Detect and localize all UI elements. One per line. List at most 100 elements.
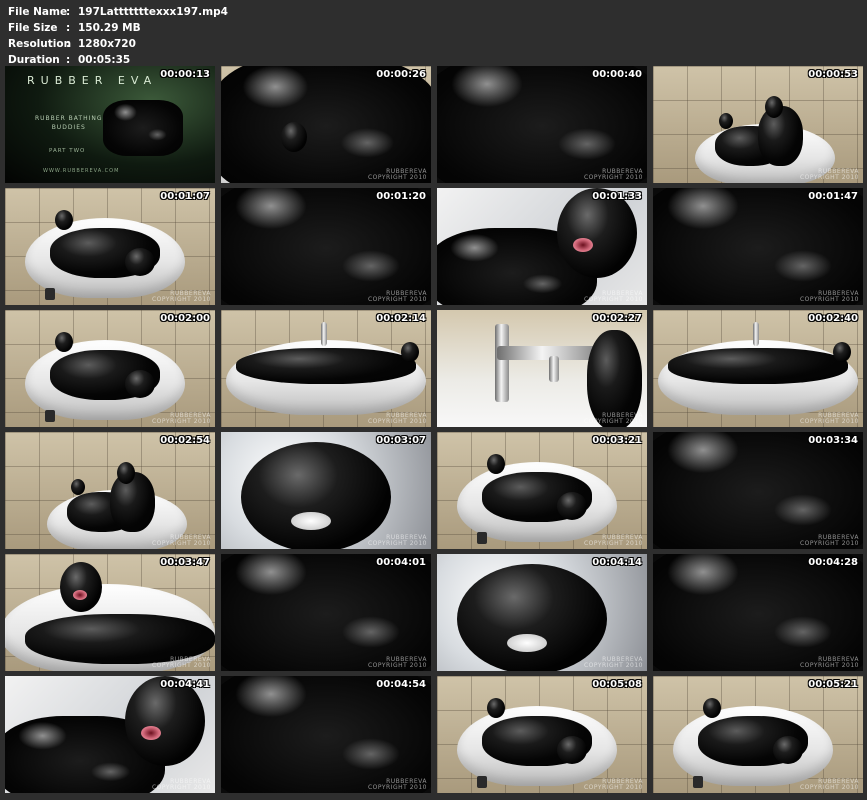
- thumbnail[interactable]: 00:04:14 RUBBEREVA COPYRIGHT 2010: [437, 554, 647, 671]
- tub-foot: [45, 288, 55, 300]
- bathroom-scene: [653, 676, 863, 793]
- bathroom-scene: [437, 432, 647, 549]
- mask-mouth: [507, 634, 547, 652]
- mask-closeup: [221, 432, 431, 549]
- thumbnail[interactable]: 00:04:01 RUBBEREVA COPYRIGHT 2010: [221, 554, 431, 671]
- tub-foot: [477, 776, 487, 788]
- separator: :: [66, 38, 71, 50]
- thumbnail[interactable]: RUBBER EVA RUBBER BATHING BUDDIES PART T…: [5, 66, 215, 183]
- masked-head: [557, 492, 587, 520]
- masked-head: [703, 698, 721, 718]
- thumbnail[interactable]: 00:02:00 RUBBEREVA COPYRIGHT 2010: [5, 310, 215, 427]
- watermark: RUBBEREVA COPYRIGHT 2010: [584, 169, 643, 181]
- watermark: RUBBEREVA COPYRIGHT 2010: [800, 657, 859, 669]
- watermark: RUBBEREVA COPYRIGHT 2010: [800, 169, 859, 181]
- thumbnail[interactable]: 00:01:07 RUBBEREVA COPYRIGHT 2010: [5, 188, 215, 305]
- latex-surface: [437, 66, 647, 183]
- latex-figure: [668, 348, 848, 384]
- watermark-line2: COPYRIGHT 2010: [799, 540, 859, 547]
- timestamp: 00:03:47: [160, 557, 210, 568]
- thumbnail[interactable]: 00:00:26 RUBBEREVA COPYRIGHT 2010: [221, 66, 431, 183]
- masked-head: [487, 454, 505, 474]
- watermark-line2: COPYRIGHT 2010: [583, 784, 643, 791]
- timestamp: 00:02:40: [808, 313, 858, 324]
- intro-part: PART TWO: [49, 148, 86, 154]
- bath-tap: [321, 322, 327, 346]
- thumbnail[interactable]: 00:01:47 RUBBEREVA COPYRIGHT 2010: [653, 188, 863, 305]
- masked-head: [833, 342, 851, 362]
- latex-closeup: [653, 188, 863, 305]
- watermark-line2: COPYRIGHT 2010: [799, 418, 859, 425]
- masked-head: [125, 370, 155, 398]
- watermark-line2: COPYRIGHT 2010: [583, 662, 643, 669]
- timestamp: 00:05:08: [592, 679, 642, 690]
- latex-figure: [103, 100, 183, 156]
- watermark: RUBBEREVA COPYRIGHT 2010: [152, 535, 211, 547]
- thumbnail[interactable]: 00:05:08 RUBBEREVA COPYRIGHT 2010: [437, 676, 647, 793]
- resolution-row: Resolution : 1280x720: [8, 36, 228, 52]
- bathroom-scene: [221, 66, 431, 183]
- thumbnail[interactable]: 00:05:21 RUBBEREVA COPYRIGHT 2010: [653, 676, 863, 793]
- intro-subtitle-line2: BUDDIES: [51, 124, 86, 131]
- thumbnail[interactable]: 00:03:34 RUBBEREVA COPYRIGHT 2010: [653, 432, 863, 549]
- thumbnail[interactable]: 00:03:21 RUBBEREVA COPYRIGHT 2010: [437, 432, 647, 549]
- watermark-line2: COPYRIGHT 2010: [151, 418, 211, 425]
- masked-head: [401, 342, 419, 362]
- masked-head: [55, 210, 73, 230]
- timestamp: 00:03:07: [376, 435, 426, 446]
- separator: :: [66, 6, 71, 18]
- bathroom-scene: [5, 310, 215, 427]
- thumbnail[interactable]: 00:01:20 RUBBEREVA COPYRIGHT 2010: [221, 188, 431, 305]
- timestamp: 00:02:27: [592, 313, 642, 324]
- watermark-line2: COPYRIGHT 2010: [799, 296, 859, 303]
- thumbnail[interactable]: 00:03:07 RUBBEREVA COPYRIGHT 2010: [221, 432, 431, 549]
- thumbnail[interactable]: 00:02:54 RUBBEREVA COPYRIGHT 2010: [5, 432, 215, 549]
- watermark: RUBBEREVA COPYRIGHT 2010: [368, 535, 427, 547]
- watermark: RUBBEREVA COPYRIGHT 2010: [584, 291, 643, 303]
- thumbnail[interactable]: 00:02:40 RUBBEREVA COPYRIGHT 2010: [653, 310, 863, 427]
- timestamp: 00:01:20: [376, 191, 426, 202]
- thumbnail[interactable]: 00:00:40 RUBBEREVA COPYRIGHT 2010: [437, 66, 647, 183]
- thumbnail[interactable]: 00:03:47 RUBBEREVA COPYRIGHT 2010: [5, 554, 215, 671]
- latex-figure: [221, 66, 431, 183]
- file-size-label: File Size: [8, 22, 58, 34]
- masked-head: [55, 332, 73, 352]
- bath-tap: [549, 356, 559, 382]
- watermark: RUBBEREVA COPYRIGHT 2010: [152, 657, 211, 669]
- latex-surface: [653, 554, 863, 671]
- thumbnail[interactable]: 00:04:54 RUBBEREVA COPYRIGHT 2010: [221, 676, 431, 793]
- tub-foot: [477, 532, 487, 544]
- tap-closeup: [437, 310, 647, 427]
- timestamp: 00:04:41: [160, 679, 210, 690]
- latex-figure: [236, 348, 416, 384]
- masked-head: [487, 698, 505, 718]
- timestamp: 00:04:28: [808, 557, 858, 568]
- thumbnail[interactable]: 00:04:41 RUBBEREVA COPYRIGHT 2010: [5, 676, 215, 793]
- timestamp: 00:02:54: [160, 435, 210, 446]
- bathroom-scene: [653, 310, 863, 427]
- watermark: RUBBEREVA COPYRIGHT 2010: [584, 535, 643, 547]
- thumbnail[interactable]: 00:02:14 RUBBEREVA COPYRIGHT 2010: [221, 310, 431, 427]
- bath-tap: [497, 346, 597, 360]
- thumbnail[interactable]: 00:04:28 RUBBEREVA COPYRIGHT 2010: [653, 554, 863, 671]
- masked-head: [117, 462, 135, 484]
- masked-head: [281, 122, 307, 152]
- mask-mouth: [291, 512, 331, 530]
- masked-head: [719, 113, 733, 129]
- watermark-line2: COPYRIGHT 2010: [367, 662, 427, 669]
- watermark: RUBBEREVA COPYRIGHT 2010: [368, 413, 427, 425]
- thumbnail[interactable]: 00:01:33 RUBBEREVA COPYRIGHT 2010: [437, 188, 647, 305]
- watermark: RUBBEREVA COPYRIGHT 2010: [800, 779, 859, 791]
- latex-closeup: [653, 554, 863, 671]
- timestamp: 00:00:53: [808, 69, 858, 80]
- tub-foot: [693, 776, 703, 788]
- thumbnail[interactable]: 00:02:27 RUBBEREVA COPYRIGHT 2010: [437, 310, 647, 427]
- watermark: RUBBEREVA COPYRIGHT 2010: [368, 169, 427, 181]
- watermark: RUBBEREVA COPYRIGHT 2010: [800, 413, 859, 425]
- watermark: RUBBEREVA COPYRIGHT 2010: [152, 413, 211, 425]
- timestamp: 00:01:33: [592, 191, 642, 202]
- latex-figure: [758, 106, 803, 166]
- resolution-label: Resolution: [8, 38, 72, 50]
- latex-closeup: [221, 676, 431, 793]
- thumbnail[interactable]: 00:00:53 RUBBEREVA COPYRIGHT 2010: [653, 66, 863, 183]
